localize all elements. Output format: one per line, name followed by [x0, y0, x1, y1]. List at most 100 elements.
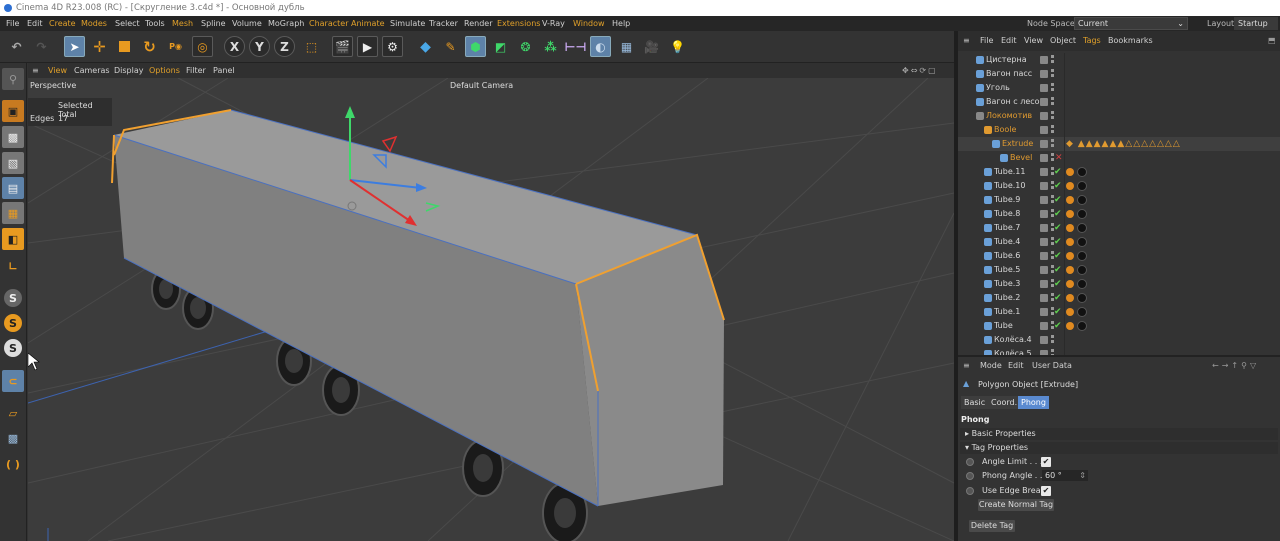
editor-render-dots-icon[interactable] [1051, 139, 1054, 149]
object-row[interactable]: Extrude ◆ ▲▲▲▲▲▲△△△△△△△ [958, 137, 1280, 151]
object-row[interactable]: Tube.5 ✔ [958, 263, 1280, 277]
layer-visibility-icon[interactable] [1040, 196, 1048, 204]
node-space-dropdown[interactable]: Current (Standard/Physical)⌄ [1074, 17, 1188, 39]
material-tag-icon[interactable] [1077, 167, 1087, 177]
vp-menu-filter[interactable]: Filter [186, 63, 206, 78]
vp-menu-options[interactable]: Options [149, 63, 180, 78]
animate-radio-icon[interactable] [966, 472, 974, 480]
vp-menu-display[interactable]: Display [114, 63, 144, 78]
object-name[interactable]: Колёса.5 [994, 347, 1032, 355]
group-basic-properties[interactable]: ▸ Basic Properties [960, 428, 1278, 440]
layer-visibility-icon[interactable] [1040, 140, 1048, 148]
layer-visibility-icon[interactable] [1040, 210, 1048, 218]
tab-basic[interactable]: Basic [961, 396, 989, 409]
layer-visibility-icon[interactable] [1040, 308, 1048, 316]
layer-visibility-icon[interactable] [1040, 224, 1048, 232]
om-menu-file[interactable]: File [980, 31, 993, 51]
menu-select[interactable]: Select [115, 16, 140, 31]
menu-vray[interactable]: V-Ray [542, 16, 565, 31]
enabled-check-icon[interactable]: ✔ [1054, 263, 1062, 277]
tab-coord[interactable]: Coord. [988, 396, 1021, 409]
angle-limit-checkbox[interactable]: ✔ [1041, 457, 1051, 467]
vp-menu-cameras[interactable]: Cameras [74, 63, 110, 78]
material-tag-icon[interactable] [1077, 209, 1087, 219]
object-row[interactable]: Tube.1 ✔ [958, 305, 1280, 319]
redo-icon[interactable]: ↷ [31, 36, 52, 57]
panel-expand-icon[interactable]: ⬒ [1268, 31, 1276, 51]
object-name[interactable]: Tube.1 [994, 305, 1020, 319]
cube-icon[interactable]: ◆ [415, 36, 436, 57]
undo-icon[interactable]: ↶ [6, 36, 27, 57]
viewport-camera[interactable]: Default Camera [450, 81, 513, 90]
menu-animate[interactable]: Animate [351, 16, 385, 31]
object-row[interactable]: Tube.6 ✔ [958, 249, 1280, 263]
object-row[interactable]: Tube.10 ✔ [958, 179, 1280, 193]
object-name[interactable]: Вагон с лесом [986, 95, 1046, 109]
editor-render-dots-icon[interactable] [1051, 153, 1054, 163]
layer-visibility-icon[interactable] [1040, 126, 1048, 134]
snap-s-orange-icon[interactable]: S [2, 312, 24, 334]
editor-render-dots-icon[interactable] [1051, 69, 1054, 79]
object-row[interactable]: Tube ✔ [958, 319, 1280, 333]
menu-file[interactable]: File [6, 16, 19, 31]
object-row[interactable]: Tube.3 ✔ [958, 277, 1280, 291]
menu-create[interactable]: Create [49, 16, 76, 31]
enabled-check-icon[interactable]: ✔ [1054, 221, 1062, 235]
animate-radio-icon[interactable] [966, 458, 974, 466]
object-row[interactable]: Tube.9 ✔ [958, 193, 1280, 207]
object-name[interactable]: Локомотив [986, 109, 1032, 123]
object-name[interactable]: Tube.5 [994, 263, 1020, 277]
layer-visibility-icon[interactable] [1040, 182, 1048, 190]
recent-tools-icon[interactable]: P◉ [165, 36, 186, 57]
menu-modes[interactable]: Modes [81, 16, 107, 31]
object-row[interactable]: Bevel ✕ [958, 151, 1280, 165]
edge-mode-icon[interactable]: ▤ [2, 177, 24, 199]
layer-visibility-icon[interactable] [1040, 168, 1048, 176]
object-row[interactable]: Локомотив [958, 109, 1280, 123]
om-menu-edit[interactable]: Edit [1001, 31, 1017, 51]
select-icon[interactable]: ➤ [64, 36, 85, 57]
object-name[interactable]: Tube.6 [994, 249, 1020, 263]
enabled-check-icon[interactable]: ✔ [1054, 179, 1062, 193]
group-tag-properties[interactable]: ▾ Tag Properties [960, 442, 1278, 454]
om-menu-object[interactable]: Object [1050, 31, 1076, 51]
layer-visibility-icon[interactable] [1040, 294, 1048, 302]
menu-volume[interactable]: Volume [232, 16, 262, 31]
axis-z-icon[interactable]: Z [274, 36, 295, 57]
layer-visibility-icon[interactable] [1040, 280, 1048, 288]
phong-tag-icon[interactable] [1066, 294, 1074, 302]
editor-render-dots-icon[interactable] [1051, 55, 1054, 65]
tab-phong[interactable]: Phong [1018, 396, 1049, 409]
layer-visibility-icon[interactable] [1040, 112, 1048, 120]
object-row[interactable]: Вагон пасс [958, 67, 1280, 81]
layer-visibility-icon[interactable] [1040, 98, 1048, 106]
enabled-check-icon[interactable]: ✔ [1054, 249, 1062, 263]
object-row[interactable]: Колёса.4 [958, 333, 1280, 347]
scale-icon[interactable] [114, 36, 135, 57]
phong-tag-icon[interactable] [1066, 168, 1074, 176]
om-menu-view[interactable]: View [1024, 31, 1043, 51]
sweep-icon[interactable]: ◐ [590, 36, 611, 57]
object-name[interactable]: Уголь [986, 81, 1010, 95]
at-menu-edit[interactable]: Edit [1008, 357, 1024, 375]
uv-mode-icon[interactable]: ◧ [2, 228, 24, 250]
phong-tag-icon[interactable] [1066, 196, 1074, 204]
rotate-icon[interactable]: ↻ [139, 36, 160, 57]
menu-edit[interactable]: Edit [27, 16, 43, 31]
object-row[interactable]: Tube.2 ✔ [958, 291, 1280, 305]
editor-render-dots-icon[interactable] [1051, 125, 1054, 135]
viewport[interactable]: ≡ View Cameras Display Options Filter Pa… [28, 63, 954, 541]
enabled-check-icon[interactable]: ✔ [1054, 235, 1062, 249]
enabled-check-icon[interactable]: ✔ [1054, 305, 1062, 319]
menu-window[interactable]: Window [573, 16, 605, 31]
menu-mesh[interactable]: Mesh [172, 16, 193, 31]
object-row[interactable]: Цистерна [958, 53, 1280, 67]
layer-visibility-icon[interactable] [1040, 70, 1048, 78]
subdivision-icon[interactable]: ⬢ [465, 36, 486, 57]
phong-tag-icon[interactable] [1066, 280, 1074, 288]
phong-angle-input[interactable]: 60 ° ⇕ [1042, 470, 1088, 481]
object-name[interactable]: Tube.9 [994, 193, 1020, 207]
phong-tag-icon[interactable] [1066, 252, 1074, 260]
object-row[interactable]: Tube.4 ✔ [958, 235, 1280, 249]
material-tag-icon[interactable] [1077, 293, 1087, 303]
